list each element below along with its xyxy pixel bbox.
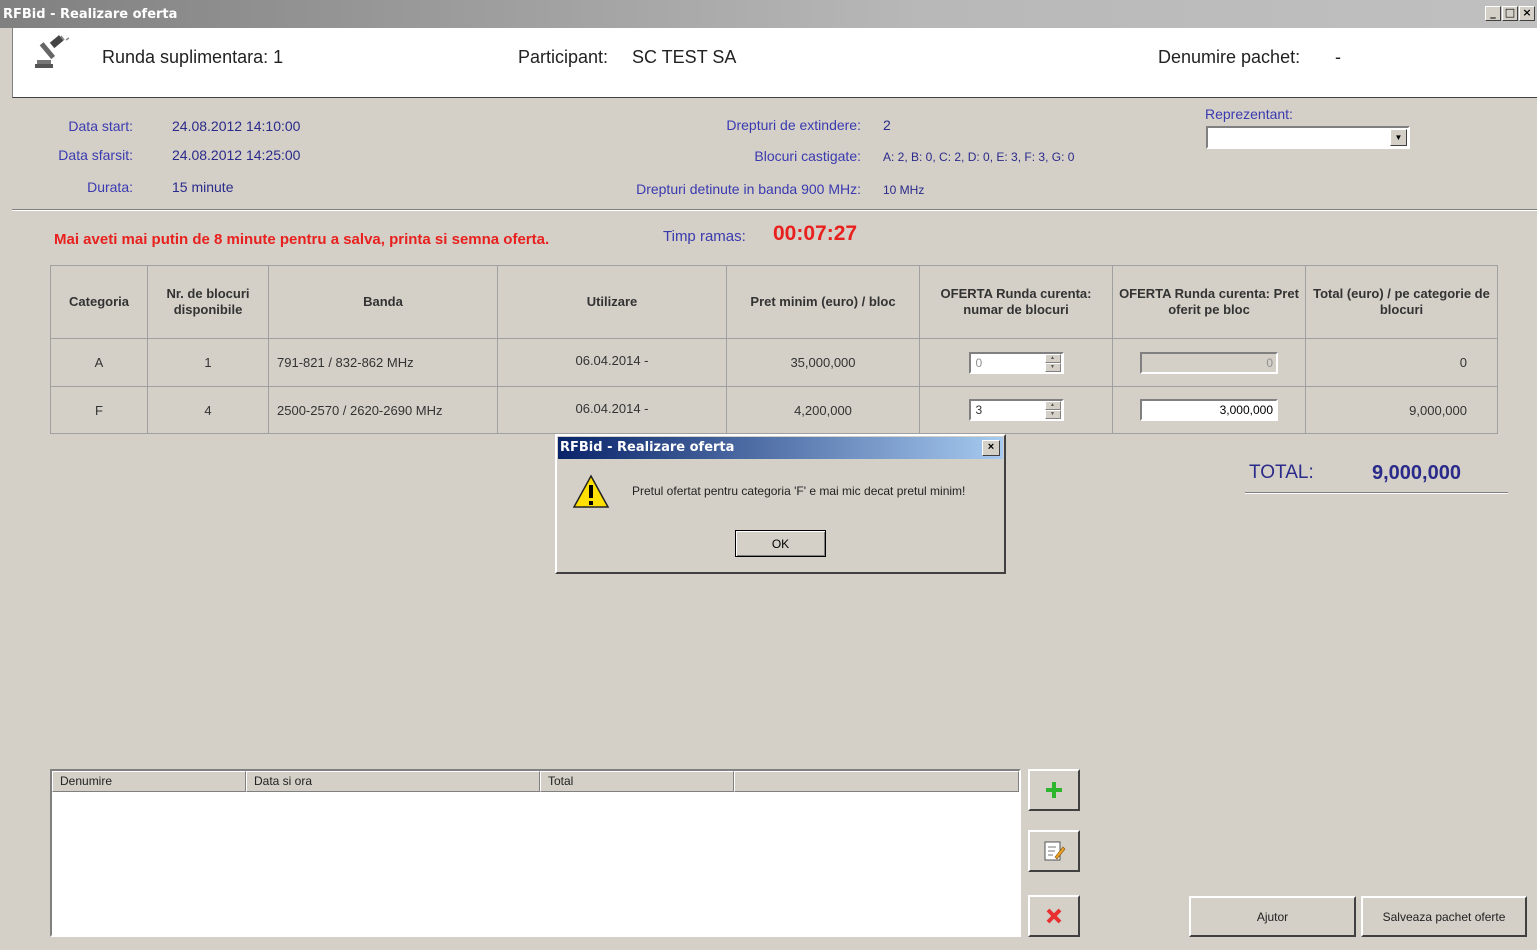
add-offer-button[interactable]	[1028, 769, 1080, 811]
table-header-row: Categoria Nr. de blocuri disponibile Ban…	[50, 265, 1498, 339]
durata-value: 15 minute	[172, 179, 234, 195]
stepper-down-icon[interactable]: ▼	[1044, 362, 1061, 372]
dialog-title: RFBid - Realizare oferta	[560, 440, 735, 455]
cell-numar-blocuri: 0 ▲ ▼	[919, 338, 1113, 387]
edit-icon	[1044, 841, 1066, 861]
cell-numar-blocuri: 3 ▲ ▼	[919, 386, 1113, 434]
cell-utilizare: 06.04.2014 -	[497, 338, 727, 387]
timp-ramas-label: Timp ramas:	[663, 228, 746, 245]
time-warning-message: Mai aveti mai putin de 8 minute pentru a…	[54, 231, 550, 248]
list-header: Denumire Data si ora Total	[52, 771, 1019, 792]
cell-total: 9,000,000	[1305, 386, 1498, 434]
drepturi-extindere-label: Drepturi de extindere:	[726, 117, 861, 133]
blocuri-castigate-value: A: 2, B: 0, C: 2, D: 0, E: 3, F: 3, G: 0	[883, 150, 1075, 164]
cell-categoria: A	[50, 338, 148, 387]
cell-total: 0	[1305, 338, 1498, 387]
numar-blocuri-stepper[interactable]: 0 ▲ ▼	[968, 351, 1064, 374]
cell-nr-blocuri: 4	[147, 386, 269, 434]
ok-button[interactable]: OK	[735, 530, 826, 557]
cell-pret-oferit: 3,000,000	[1112, 386, 1306, 434]
col-header-pret-minim: Pret minim (euro) / bloc	[726, 265, 920, 339]
list-col-total[interactable]: Total	[540, 771, 734, 792]
blocuri-castigate-label: Blocuri castigate:	[754, 148, 861, 164]
saved-offers-list[interactable]: Denumire Data si ora Total	[50, 769, 1021, 937]
delete-x-icon	[1046, 908, 1062, 924]
plus-icon	[1046, 782, 1062, 798]
durata-label: Durata:	[87, 179, 133, 195]
offer-table: Categoria Nr. de blocuri disponibile Ban…	[50, 265, 1498, 434]
stepper-up-icon[interactable]: ▲	[1044, 401, 1061, 410]
close-button[interactable]: ×	[1519, 6, 1535, 21]
data-sfarsit-label: Data sfarsit:	[58, 147, 133, 163]
dialog-close-button[interactable]: ×	[982, 440, 1000, 456]
pret-oferit-input[interactable]: 0	[1140, 351, 1278, 374]
list-col-empty[interactable]	[734, 771, 1019, 792]
maximize-button[interactable]: □	[1502, 6, 1518, 21]
minimize-button[interactable]: _	[1485, 6, 1501, 21]
reprezentant-label: Reprezentant:	[1205, 106, 1293, 122]
reprezentant-dropdown[interactable]: ▼	[1206, 126, 1410, 149]
stepper-down-icon[interactable]: ▼	[1044, 410, 1061, 419]
cell-banda: 791-821 / 832-862 MHz	[268, 338, 498, 387]
numar-blocuri-value: 3	[975, 403, 983, 417]
participant-value: SC TEST SA	[632, 47, 737, 67]
cell-pret-minim: 35,000,000	[726, 338, 920, 387]
gavel-icon	[35, 35, 70, 68]
runda-label: Runda suplimentara: 1	[102, 47, 284, 67]
warning-dialog: RFBid - Realizare oferta × Pretul oferta…	[555, 434, 1006, 574]
stepper-up-icon[interactable]: ▲	[1044, 353, 1061, 363]
numar-blocuri-value: 0	[975, 355, 983, 370]
delete-offer-button[interactable]	[1028, 895, 1080, 937]
cell-pret-oferit: 0	[1112, 338, 1306, 387]
col-header-pret-oferit: OFERTA Runda curenta: Pret oferit pe blo…	[1112, 265, 1306, 339]
col-header-banda: Banda	[268, 265, 498, 339]
cell-utilizare: 06.04.2014 -	[497, 386, 727, 434]
timp-ramas-value: 00:07:27	[773, 222, 858, 245]
data-sfarsit-value: 24.08.2012 14:25:00	[172, 147, 301, 163]
header-panel: Runda suplimentara: 1 Participant: SC TE…	[12, 28, 1537, 98]
chevron-down-icon[interactable]: ▼	[1390, 129, 1407, 146]
dialog-titlebar: RFBid - Realizare oferta ×	[558, 437, 1003, 459]
cell-categoria: F	[50, 386, 148, 434]
data-start-label: Data start:	[68, 118, 133, 134]
drepturi-900-label: Drepturi detinute in banda 900 MHz:	[636, 181, 861, 197]
salveaza-pachet-button[interactable]: Salveaza pachet oferte	[1361, 896, 1527, 937]
pret-oferit-input[interactable]: 3,000,000	[1140, 399, 1278, 421]
list-col-denumire[interactable]: Denumire	[52, 771, 246, 792]
drepturi-900-value: 10 MHz	[883, 183, 925, 197]
col-header-utilizare: Utilizare	[497, 265, 727, 339]
cell-banda: 2500-2570 / 2620-2690 MHz	[268, 386, 498, 434]
col-header-numar-blocuri: OFERTA Runda curenta: numar de blocuri	[919, 265, 1113, 339]
warning-icon	[572, 474, 610, 508]
window-title: RFBid - Realizare oferta	[3, 7, 178, 22]
ajutor-button[interactable]: Ajutor	[1189, 896, 1356, 937]
total-label: TOTAL:	[1249, 462, 1314, 483]
cell-nr-blocuri: 1	[147, 338, 269, 387]
col-header-categoria: Categoria	[50, 265, 148, 339]
cell-pret-minim: 4,200,000	[726, 386, 920, 434]
drepturi-extindere-value: 2	[883, 117, 891, 133]
numar-blocuri-stepper[interactable]: 3 ▲ ▼	[968, 399, 1064, 421]
table-row: A 1 791-821 / 832-862 MHz 06.04.2014 - 3…	[50, 338, 1498, 387]
table-row: F 4 2500-2570 / 2620-2690 MHz 06.04.2014…	[50, 386, 1498, 434]
total-underline	[1245, 492, 1508, 494]
data-start-value: 24.08.2012 14:10:00	[172, 118, 301, 134]
col-header-nr-blocuri: Nr. de blocuri disponibile	[147, 265, 269, 339]
pachet-value: -	[1335, 47, 1341, 67]
separator	[12, 209, 1537, 211]
total-value: 9,000,000	[1372, 462, 1461, 484]
window-controls: _ □ ×	[1485, 6, 1535, 21]
participant-label: Participant:	[518, 47, 609, 67]
pachet-label: Denumire pachet:	[1158, 47, 1301, 67]
list-col-data-ora[interactable]: Data si ora	[246, 771, 540, 792]
edit-offer-button[interactable]	[1028, 830, 1080, 872]
window-titlebar: RFBid - Realizare oferta _ □ ×	[0, 0, 1537, 28]
col-header-total: Total (euro) / pe categorie de blocuri	[1305, 265, 1498, 339]
dialog-message: Pretul ofertat pentru categoria 'F' e ma…	[632, 484, 966, 498]
